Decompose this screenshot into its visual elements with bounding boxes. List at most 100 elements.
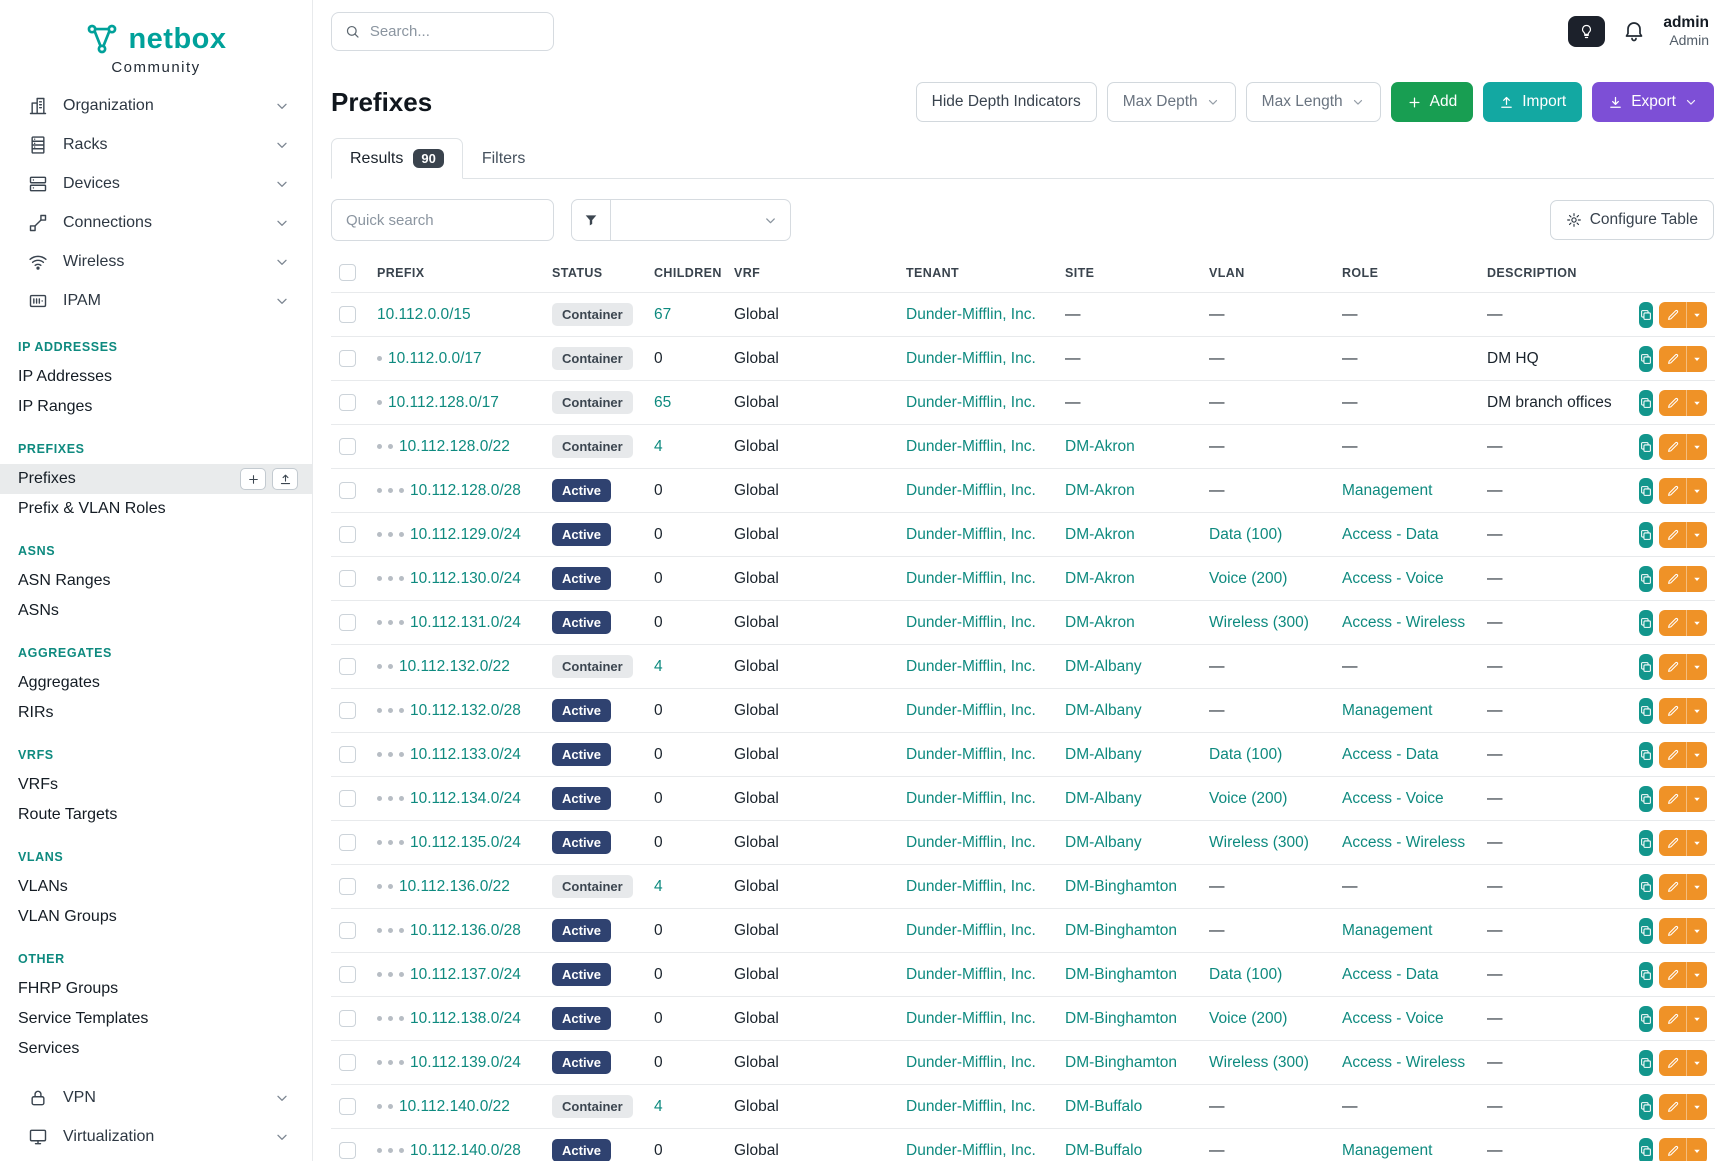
sidebar-item-organization[interactable]: Organization [0,86,312,125]
sidebar-item-vrfs[interactable]: VRFs [0,770,312,800]
row-checkbox[interactable] [339,746,356,763]
column-header-children[interactable]: CHILDREN [646,253,726,293]
row-checkbox[interactable] [339,966,356,983]
copy-button[interactable] [1639,654,1653,680]
sidebar-item-ip-addresses[interactable]: IP Addresses [0,362,312,392]
prefix-link[interactable]: 10.112.129.0/24 [410,526,521,543]
prefix-link[interactable]: 10.112.133.0/24 [410,746,521,763]
sidebar-item-ip-ranges[interactable]: IP Ranges [0,392,312,422]
edit-dropdown-button[interactable] [1686,1138,1707,1161]
prefix-link[interactable]: 10.112.138.0/24 [410,1010,521,1027]
edit-button[interactable] [1659,346,1686,372]
tenant-link[interactable]: Dunder-Mifflin, Inc. [906,438,1036,455]
sidebar-item-vpn[interactable]: VPN [0,1078,312,1117]
copy-button[interactable] [1639,918,1653,944]
edit-button[interactable] [1659,302,1686,328]
copy-button[interactable] [1639,522,1653,548]
row-checkbox[interactable] [339,1054,356,1071]
tenant-link[interactable]: Dunder-Mifflin, Inc. [906,658,1036,675]
role-link[interactable]: Access - Wireless [1342,614,1465,631]
sidebar-item-connections[interactable]: Connections [0,203,312,242]
role-link[interactable]: Access - Voice [1342,1010,1444,1027]
vlan-link[interactable]: Data (100) [1209,746,1282,763]
copy-button[interactable] [1639,786,1653,812]
copy-button[interactable] [1639,478,1653,504]
tenant-link[interactable]: Dunder-Mifflin, Inc. [906,1010,1036,1027]
sidebar-item-virtualization[interactable]: Virtualization [0,1117,312,1156]
copy-button[interactable] [1639,302,1653,328]
tenant-link[interactable]: Dunder-Mifflin, Inc. [906,1054,1036,1071]
edit-dropdown-button[interactable] [1686,698,1707,724]
notifications-button[interactable] [1622,18,1646,45]
role-link[interactable]: Access - Wireless [1342,834,1465,851]
edit-dropdown-button[interactable] [1686,786,1707,812]
edit-dropdown-button[interactable] [1686,390,1707,416]
edit-dropdown-button[interactable] [1686,522,1707,548]
role-link[interactable]: Management [1342,1142,1432,1159]
row-checkbox[interactable] [339,526,356,543]
column-header-tenant[interactable]: TENANT [898,253,1057,293]
copy-button[interactable] [1639,1138,1653,1161]
vlan-link[interactable]: Data (100) [1209,526,1282,543]
theme-toggle-button[interactable] [1568,16,1605,47]
tenant-link[interactable]: Dunder-Mifflin, Inc. [906,482,1036,499]
vlan-link[interactable]: Voice (200) [1209,790,1287,807]
children-link[interactable]: 4 [654,878,663,895]
tenant-link[interactable]: Dunder-Mifflin, Inc. [906,834,1036,851]
row-checkbox[interactable] [339,306,356,323]
role-link[interactable]: Management [1342,922,1432,939]
edit-button[interactable] [1659,522,1686,548]
sidebar-item-racks[interactable]: Racks [0,125,312,164]
tenant-link[interactable]: Dunder-Mifflin, Inc. [906,966,1036,983]
prefix-link[interactable]: 10.112.136.0/22 [399,878,510,895]
row-checkbox[interactable] [339,658,356,675]
add-button[interactable]: Add [1391,82,1474,122]
children-link[interactable]: 4 [654,438,663,455]
row-checkbox[interactable] [339,878,356,895]
tenant-link[interactable]: Dunder-Mifflin, Inc. [906,878,1036,895]
saved-filter-select[interactable] [611,199,791,241]
search-input[interactable] [370,23,540,40]
edit-dropdown-button[interactable] [1686,654,1707,680]
edit-dropdown-button[interactable] [1686,830,1707,856]
vlan-link[interactable]: Voice (200) [1209,570,1287,587]
site-link[interactable]: DM-Albany [1065,790,1142,807]
tenant-link[interactable]: Dunder-Mifflin, Inc. [906,394,1036,411]
site-link[interactable]: DM-Buffalo [1065,1142,1142,1159]
import-button[interactable]: Import [1483,82,1582,122]
max-length-dropdown[interactable]: Max Length [1246,82,1381,122]
edit-button[interactable] [1659,1006,1686,1032]
edit-button[interactable] [1659,962,1686,988]
edit-button[interactable] [1659,742,1686,768]
prefix-link[interactable]: 10.112.137.0/24 [410,966,521,983]
sidebar-item-prefixes[interactable]: Prefixes [0,464,312,494]
role-link[interactable]: Access - Voice [1342,790,1444,807]
site-link[interactable]: DM-Buffalo [1065,1098,1142,1115]
edit-button[interactable] [1659,1138,1686,1161]
row-checkbox[interactable] [339,570,356,587]
row-checkbox[interactable] [339,394,356,411]
prefix-link[interactable]: 10.112.134.0/24 [410,790,521,807]
role-link[interactable]: Management [1342,702,1432,719]
edit-button[interactable] [1659,786,1686,812]
vlan-link[interactable]: Data (100) [1209,966,1282,983]
column-header-status[interactable]: STATUS [544,253,646,293]
column-header-site[interactable]: SITE [1057,253,1201,293]
edit-dropdown-button[interactable] [1686,346,1707,372]
edit-dropdown-button[interactable] [1686,1094,1707,1120]
tenant-link[interactable]: Dunder-Mifflin, Inc. [906,350,1036,367]
site-link[interactable]: DM-Binghamton [1065,1010,1177,1027]
prefix-link[interactable]: 10.112.128.0/17 [388,394,499,411]
prefix-link[interactable]: 10.112.131.0/24 [410,614,521,631]
prefix-link[interactable]: 10.112.132.0/28 [410,702,521,719]
site-link[interactable]: DM-Albany [1065,834,1142,851]
site-link[interactable]: DM-Akron [1065,570,1135,587]
row-checkbox[interactable] [339,790,356,807]
site-link[interactable]: DM-Akron [1065,526,1135,543]
sidebar-item-rirs[interactable]: RIRs [0,698,312,728]
sidebar-item-asns[interactable]: ASNs [0,596,312,626]
sidebar-item-service-templates[interactable]: Service Templates [0,1004,312,1034]
site-link[interactable]: DM-Albany [1065,658,1142,675]
prefix-link[interactable]: 10.112.135.0/24 [410,834,521,851]
edit-button[interactable] [1659,1050,1686,1076]
